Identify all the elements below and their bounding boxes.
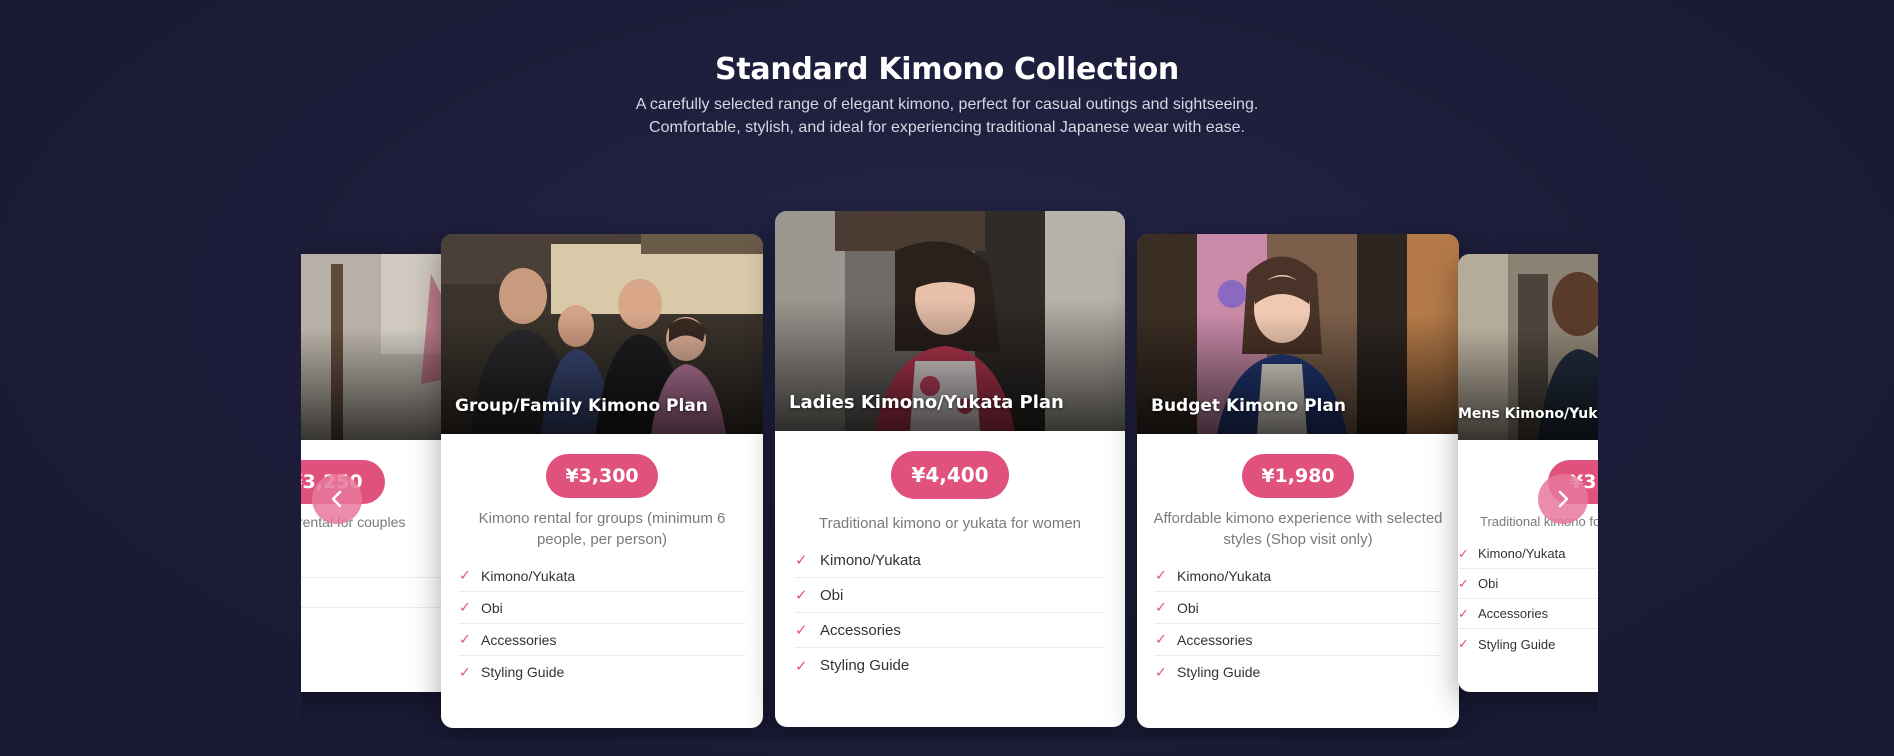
chevron-right-icon: [1558, 490, 1569, 508]
chevron-left-icon: [331, 490, 342, 508]
price-badge: ¥3,300: [546, 454, 658, 498]
price-badge: ¥1,980: [1242, 454, 1354, 498]
plan-title: Ladies Kimono/Yukata Plan: [789, 392, 1064, 413]
price-badge: ¥4,400: [891, 451, 1009, 499]
check-icon: ✓: [459, 567, 471, 583]
plan-description: Traditional kimono or yukata for women: [818, 515, 1082, 532]
check-icon: ✓: [795, 552, 808, 569]
plan-card-group-family[interactable]: Group/Family Kimono Plan ¥3,300 Kimono r…: [441, 234, 763, 728]
card-photo: Mens Kimono/Yukata Plan: [1458, 254, 1598, 440]
feature-item: ✓ Styling Guide: [1155, 663, 1261, 681]
feature-item: [301, 608, 457, 638]
feature-item: ✓ Accessories: [795, 613, 1105, 648]
subtitle-line-1: A carefully selected range of elegant ki…: [635, 96, 1259, 113]
feature-item: ✓ Kimono/Yukata: [1458, 539, 1598, 569]
card-photo: Ladies Kimono/Yukata Plan: [775, 211, 1125, 431]
feature-item: ✓ Styling Guide: [795, 657, 910, 675]
check-icon: ✓: [1458, 575, 1469, 591]
subtitle-line-2: Comfortable, stylish, and ideal for expe…: [649, 119, 1245, 136]
feature-item: [301, 578, 457, 608]
card-photo: Budget Kimono Plan: [1137, 234, 1459, 434]
feature-item: ✓ Obi: [1458, 569, 1598, 599]
check-icon: ✓: [459, 599, 471, 615]
check-icon: ✓: [795, 622, 808, 639]
check-icon: ✓: [1155, 599, 1167, 615]
card-photo: Group/Family Kimono Plan: [441, 234, 763, 434]
check-icon: ✓: [1458, 545, 1469, 561]
plan-description: Kimono rental for groups (minimum 6 peop…: [478, 510, 726, 548]
check-icon: ✓: [1155, 567, 1167, 583]
plan-description: Affordable kimono experience with select…: [1153, 510, 1443, 548]
plan-card-mens[interactable]: Mens Kimono/Yukata Plan ¥3,850 Tradition…: [1458, 254, 1598, 692]
plan-title: Group/Family Kimono Plan: [455, 396, 708, 416]
feature-item: ✓ Accessories: [1458, 599, 1598, 629]
feature-item: ✓ Obi: [1155, 592, 1441, 624]
page-title: Standard Kimono Collection: [715, 52, 1179, 87]
feature-item: [301, 548, 457, 578]
feature-item: ✓ Accessories: [1155, 624, 1441, 656]
check-icon: ✓: [1458, 636, 1469, 651]
check-icon: ✓: [459, 663, 471, 680]
plan-title: Mens Kimono/Yukata Plan: [1458, 406, 1598, 422]
check-icon: ✓: [795, 587, 808, 604]
feature-item: ✓ Styling Guide: [1458, 636, 1556, 652]
feature-item: ✓ Styling Guide: [459, 663, 565, 681]
page-subtitle: A carefully selected range of elegant ki…: [0, 93, 1894, 139]
plan-carousel[interactable]: ¥3,250 Kimono rental for couples: [301, 200, 1598, 740]
check-icon: ✓: [1458, 605, 1469, 621]
feature-item: ✓ Kimono/Yukata: [459, 560, 745, 592]
carousel-prev-button[interactable]: [312, 474, 362, 524]
plan-card-budget[interactable]: Budget Kimono Plan ¥1,980 Affordable kim…: [1137, 234, 1459, 728]
feature-item: ✓ Obi: [459, 592, 745, 624]
check-icon: ✓: [1155, 663, 1167, 680]
carousel-next-button[interactable]: [1538, 474, 1588, 524]
check-icon: ✓: [795, 657, 808, 675]
feature-item: ✓ Kimono/Yukata: [1155, 560, 1441, 592]
feature-item: ✓ Obi: [795, 578, 1105, 613]
plan-title: Budget Kimono Plan: [1151, 396, 1346, 416]
feature-item: ✓ Accessories: [459, 624, 745, 656]
feature-item: ✓ Kimono/Yukata: [795, 543, 1105, 578]
plan-card-ladies[interactable]: Ladies Kimono/Yukata Plan ¥4,400 Traditi…: [775, 211, 1125, 727]
check-icon: ✓: [459, 631, 471, 647]
check-icon: ✓: [1155, 631, 1167, 647]
